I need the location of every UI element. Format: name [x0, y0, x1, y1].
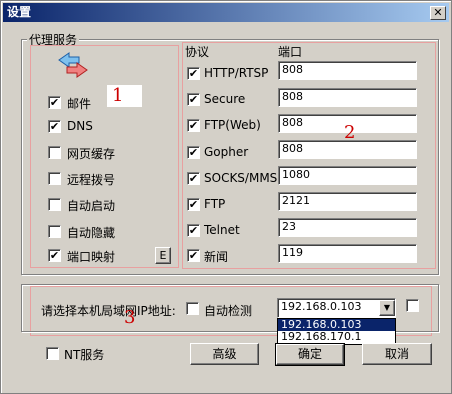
advanced-button[interactable]: 高级	[190, 343, 259, 365]
lan-ip-dropdown-button[interactable]: ▼	[379, 300, 395, 316]
protocol-label-ftp: FTP	[204, 197, 226, 211]
nt-service-label: NT服务	[64, 348, 105, 362]
window-title: 设置	[7, 5, 32, 19]
protocol-label-gopher: Gopher	[204, 145, 249, 159]
lan-ip-option[interactable]: 192.168.170.1	[278, 331, 395, 343]
dns-checkbox[interactable]: ✔	[48, 120, 61, 133]
port-input-socks-mms[interactable]: 1080	[278, 166, 417, 185]
port-mapping-label: 端口映射	[67, 250, 116, 264]
protocol-checkbox-telnet[interactable]: ✔	[187, 224, 200, 237]
title-bar: 设置 ✕	[3, 3, 449, 22]
port-input-ftp[interactable]: 2121	[278, 192, 417, 211]
lan-ip-selected-value: 192.168.0.103	[281, 300, 362, 313]
swap-arrows-icon	[58, 52, 88, 78]
protocol-header: 协议	[185, 45, 210, 59]
remote-dial-label: 远程拨号	[67, 173, 116, 187]
web-cache-label: 网页缓存	[67, 147, 116, 161]
mail-label: 邮件	[67, 97, 92, 111]
auto-hide-checkbox[interactable]	[48, 225, 61, 238]
remote-dial-checkbox[interactable]	[48, 172, 61, 185]
protocol-label-news: 新闻	[204, 250, 229, 264]
protocol-label-socks-mms: SOCKS/MMS	[204, 171, 278, 185]
lan-ip-extra-checkbox[interactable]	[406, 299, 419, 312]
protocol-checkbox-ftp-web[interactable]: ✔	[187, 119, 200, 132]
dns-label: DNS	[67, 119, 93, 133]
annotation-label-2: 2	[344, 122, 356, 143]
lan-ip-prompt: 请选择本机局域网IP地址:	[41, 304, 176, 318]
web-cache-checkbox[interactable]	[48, 146, 61, 159]
annotation-label-3: 3	[124, 307, 136, 328]
port-input-telnet[interactable]: 23	[278, 218, 417, 237]
auto-start-label: 自动启动	[67, 199, 116, 213]
port-mapping-edit-button[interactable]: E	[155, 247, 171, 264]
port-input-secure[interactable]: 808	[278, 88, 417, 107]
port-input-http-rtsp[interactable]: 808	[278, 61, 417, 80]
port-input-news[interactable]: 119	[278, 244, 417, 263]
protocol-label-http-rtsp: HTTP/RTSP	[204, 66, 269, 80]
auto-detect-label: 自动检测	[204, 304, 253, 318]
protocol-label-telnet: Telnet	[204, 223, 240, 237]
protocol-checkbox-socks-mms[interactable]: ✔	[187, 172, 200, 185]
nt-service-checkbox[interactable]	[46, 347, 59, 360]
auto-start-checkbox[interactable]	[48, 198, 61, 211]
protocol-checkbox-secure[interactable]: ✔	[187, 93, 200, 106]
protocol-label-secure: Secure	[204, 92, 246, 106]
protocol-checkbox-gopher[interactable]: ✔	[187, 146, 200, 159]
port-header: 端口	[278, 45, 303, 59]
protocol-checkbox-ftp[interactable]: ✔	[187, 198, 200, 211]
lan-ip-dropdown-list: 192.168.0.103 192.168.170.1	[277, 318, 396, 345]
auto-detect-checkbox[interactable]	[186, 302, 199, 315]
settings-window: 设置 ✕ 代理服务 1 ✔ 邮件 ✔ DNS 网页缓存 远程拨号 自动启动 自动…	[0, 0, 452, 394]
chevron-down-icon: ▼	[383, 303, 391, 312]
protocol-checkbox-http-rtsp[interactable]: ✔	[187, 67, 200, 80]
mail-checkbox[interactable]: ✔	[48, 96, 61, 109]
ok-button[interactable]: 确定	[275, 343, 345, 366]
protocol-checkbox-news[interactable]: ✔	[187, 249, 200, 262]
annotation-label-1: 1	[112, 85, 124, 106]
close-button[interactable]: ✕	[430, 6, 446, 20]
auto-hide-label: 自动隐藏	[67, 226, 116, 240]
protocol-label-ftp-web: FTP(Web)	[204, 118, 261, 132]
cancel-button[interactable]: 取消	[362, 343, 432, 365]
port-mapping-checkbox[interactable]: ✔	[48, 249, 61, 262]
